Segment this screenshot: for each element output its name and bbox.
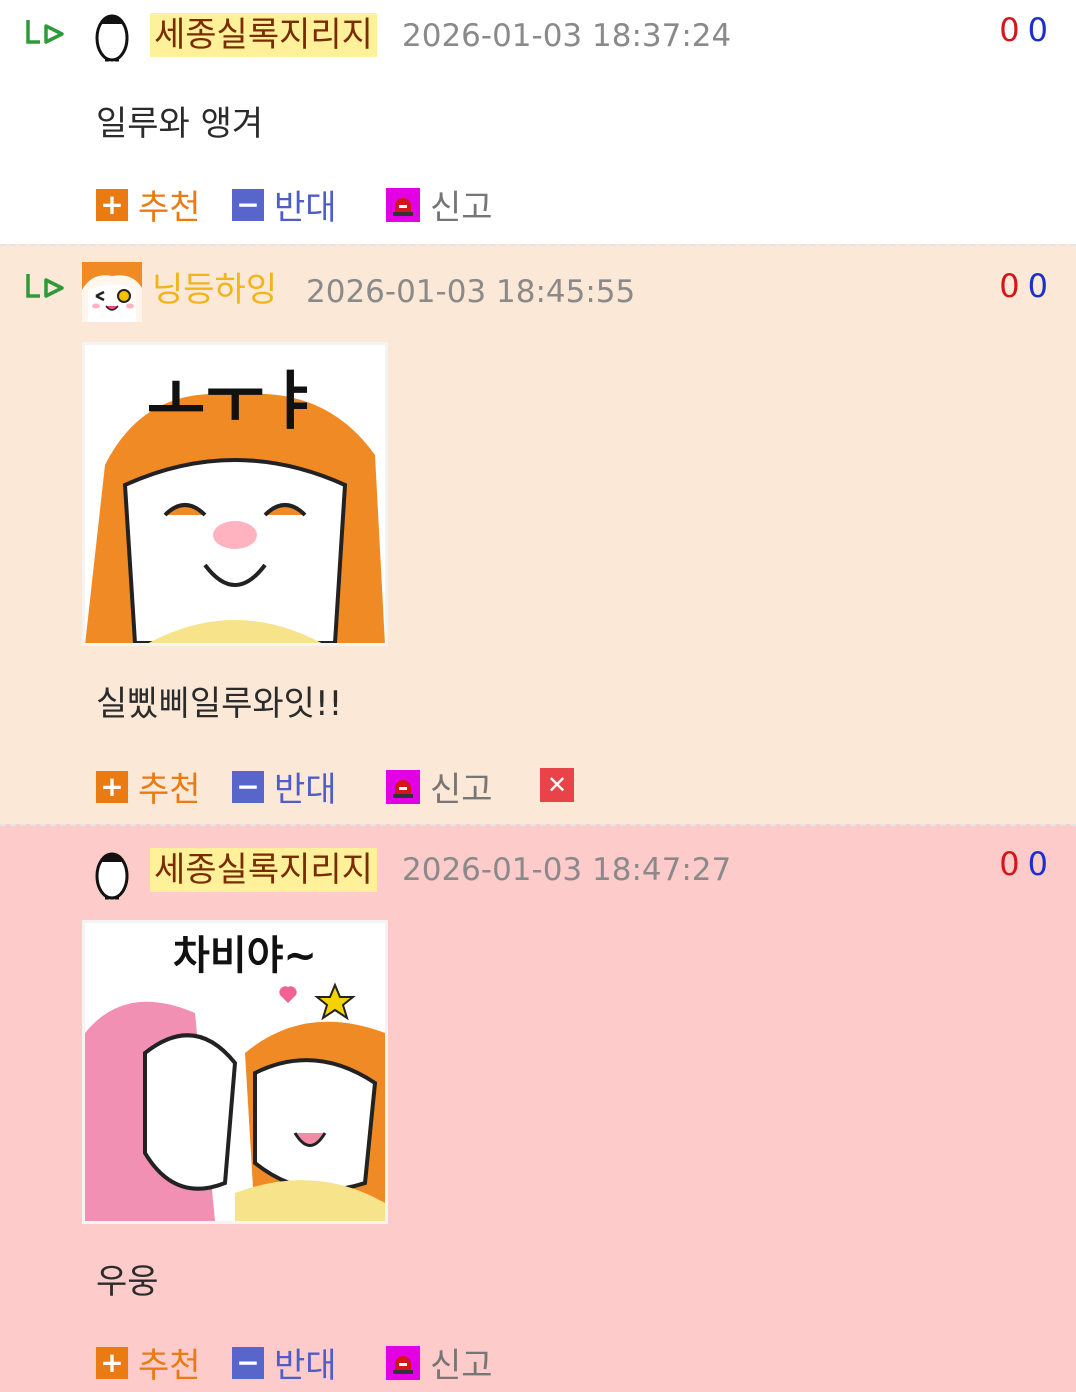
comment-item: 세종실록지리지 2026-01-03 18:47:27 00 차비야~ 우웅 +… <box>0 824 1076 1392</box>
nickname[interactable]: 세종실록지리지 <box>150 13 377 57</box>
upvote-count: 0 <box>999 267 1020 305</box>
oppose-label: 반대 <box>274 188 337 228</box>
anime-avatar[interactable] <box>82 262 142 322</box>
penguin-icon[interactable] <box>92 844 132 902</box>
comment-text: 일루와 앵겨 <box>96 104 264 144</box>
report-button[interactable]: 신고 <box>386 1338 493 1387</box>
comment-item: 닝등하잉 2026-01-03 18:45:55 00 ㅗㅜㅑ 실삤삐일루와잇!… <box>0 244 1076 824</box>
sticker-text: 차비야~ <box>173 933 317 979</box>
oppose-button[interactable]: − 반대 <box>232 762 337 811</box>
siren-icon <box>386 1345 420 1380</box>
timestamp: 2026-01-03 18:45:55 <box>306 274 636 310</box>
minus-icon: − <box>232 1346 264 1379</box>
oppose-label: 반대 <box>274 770 337 810</box>
close-icon: ✕ <box>546 771 568 799</box>
siren-icon <box>386 769 420 804</box>
upvote-count: 0 <box>999 845 1020 883</box>
oppose-label: 반대 <box>274 1346 337 1386</box>
downvote-count: 0 <box>1027 267 1048 305</box>
comment-text: 우웅 <box>96 1262 159 1302</box>
delete-button[interactable]: ✕ <box>540 768 574 802</box>
timestamp: 2026-01-03 18:47:27 <box>402 852 732 888</box>
report-button[interactable]: 신고 <box>386 762 493 811</box>
sticker-text: ㅗㅜㅑ <box>147 365 324 439</box>
recommend-button[interactable]: + 추천 <box>96 1338 201 1387</box>
reply-arrow-icon <box>26 274 64 298</box>
plus-icon: + <box>96 1346 128 1379</box>
sticker-image[interactable]: 차비야~ <box>82 920 388 1224</box>
sticker-image[interactable]: ㅗㅜㅑ <box>82 342 388 646</box>
plus-icon: + <box>96 188 128 221</box>
oppose-button[interactable]: − 반대 <box>232 1338 337 1387</box>
minus-icon: − <box>232 770 264 803</box>
reply-arrow-icon <box>26 20 64 44</box>
recommend-label: 추천 <box>138 1346 201 1386</box>
downvote-count: 0 <box>1027 11 1048 49</box>
nickname[interactable]: 닝등하잉 <box>152 268 277 312</box>
downvote-count: 0 <box>1027 845 1048 883</box>
plus-icon: + <box>96 770 128 803</box>
penguin-icon[interactable] <box>92 6 132 64</box>
siren-icon <box>386 187 420 222</box>
recommend-button[interactable]: + 추천 <box>96 762 201 811</box>
upvote-count: 0 <box>999 11 1020 49</box>
vote-score: 00 <box>999 844 1048 884</box>
vote-score: 00 <box>999 266 1048 306</box>
report-label: 신고 <box>430 770 493 810</box>
oppose-button[interactable]: − 반대 <box>232 180 337 229</box>
vote-score: 00 <box>999 10 1048 50</box>
timestamp: 2026-01-03 18:37:24 <box>402 18 732 54</box>
report-label: 신고 <box>430 188 493 228</box>
comment-text: 실삤삐일루와잇!! <box>96 684 343 724</box>
nickname[interactable]: 세종실록지리지 <box>150 848 377 892</box>
report-button[interactable]: 신고 <box>386 180 493 229</box>
comment-item: 세종실록지리지 2026-01-03 18:37:24 00 일루와 앵겨 + 추… <box>0 0 1076 244</box>
recommend-label: 추천 <box>138 770 201 810</box>
recommend-label: 추천 <box>138 188 201 228</box>
recommend-button[interactable]: + 추천 <box>96 180 201 229</box>
minus-icon: − <box>232 188 264 221</box>
report-label: 신고 <box>430 1346 493 1386</box>
